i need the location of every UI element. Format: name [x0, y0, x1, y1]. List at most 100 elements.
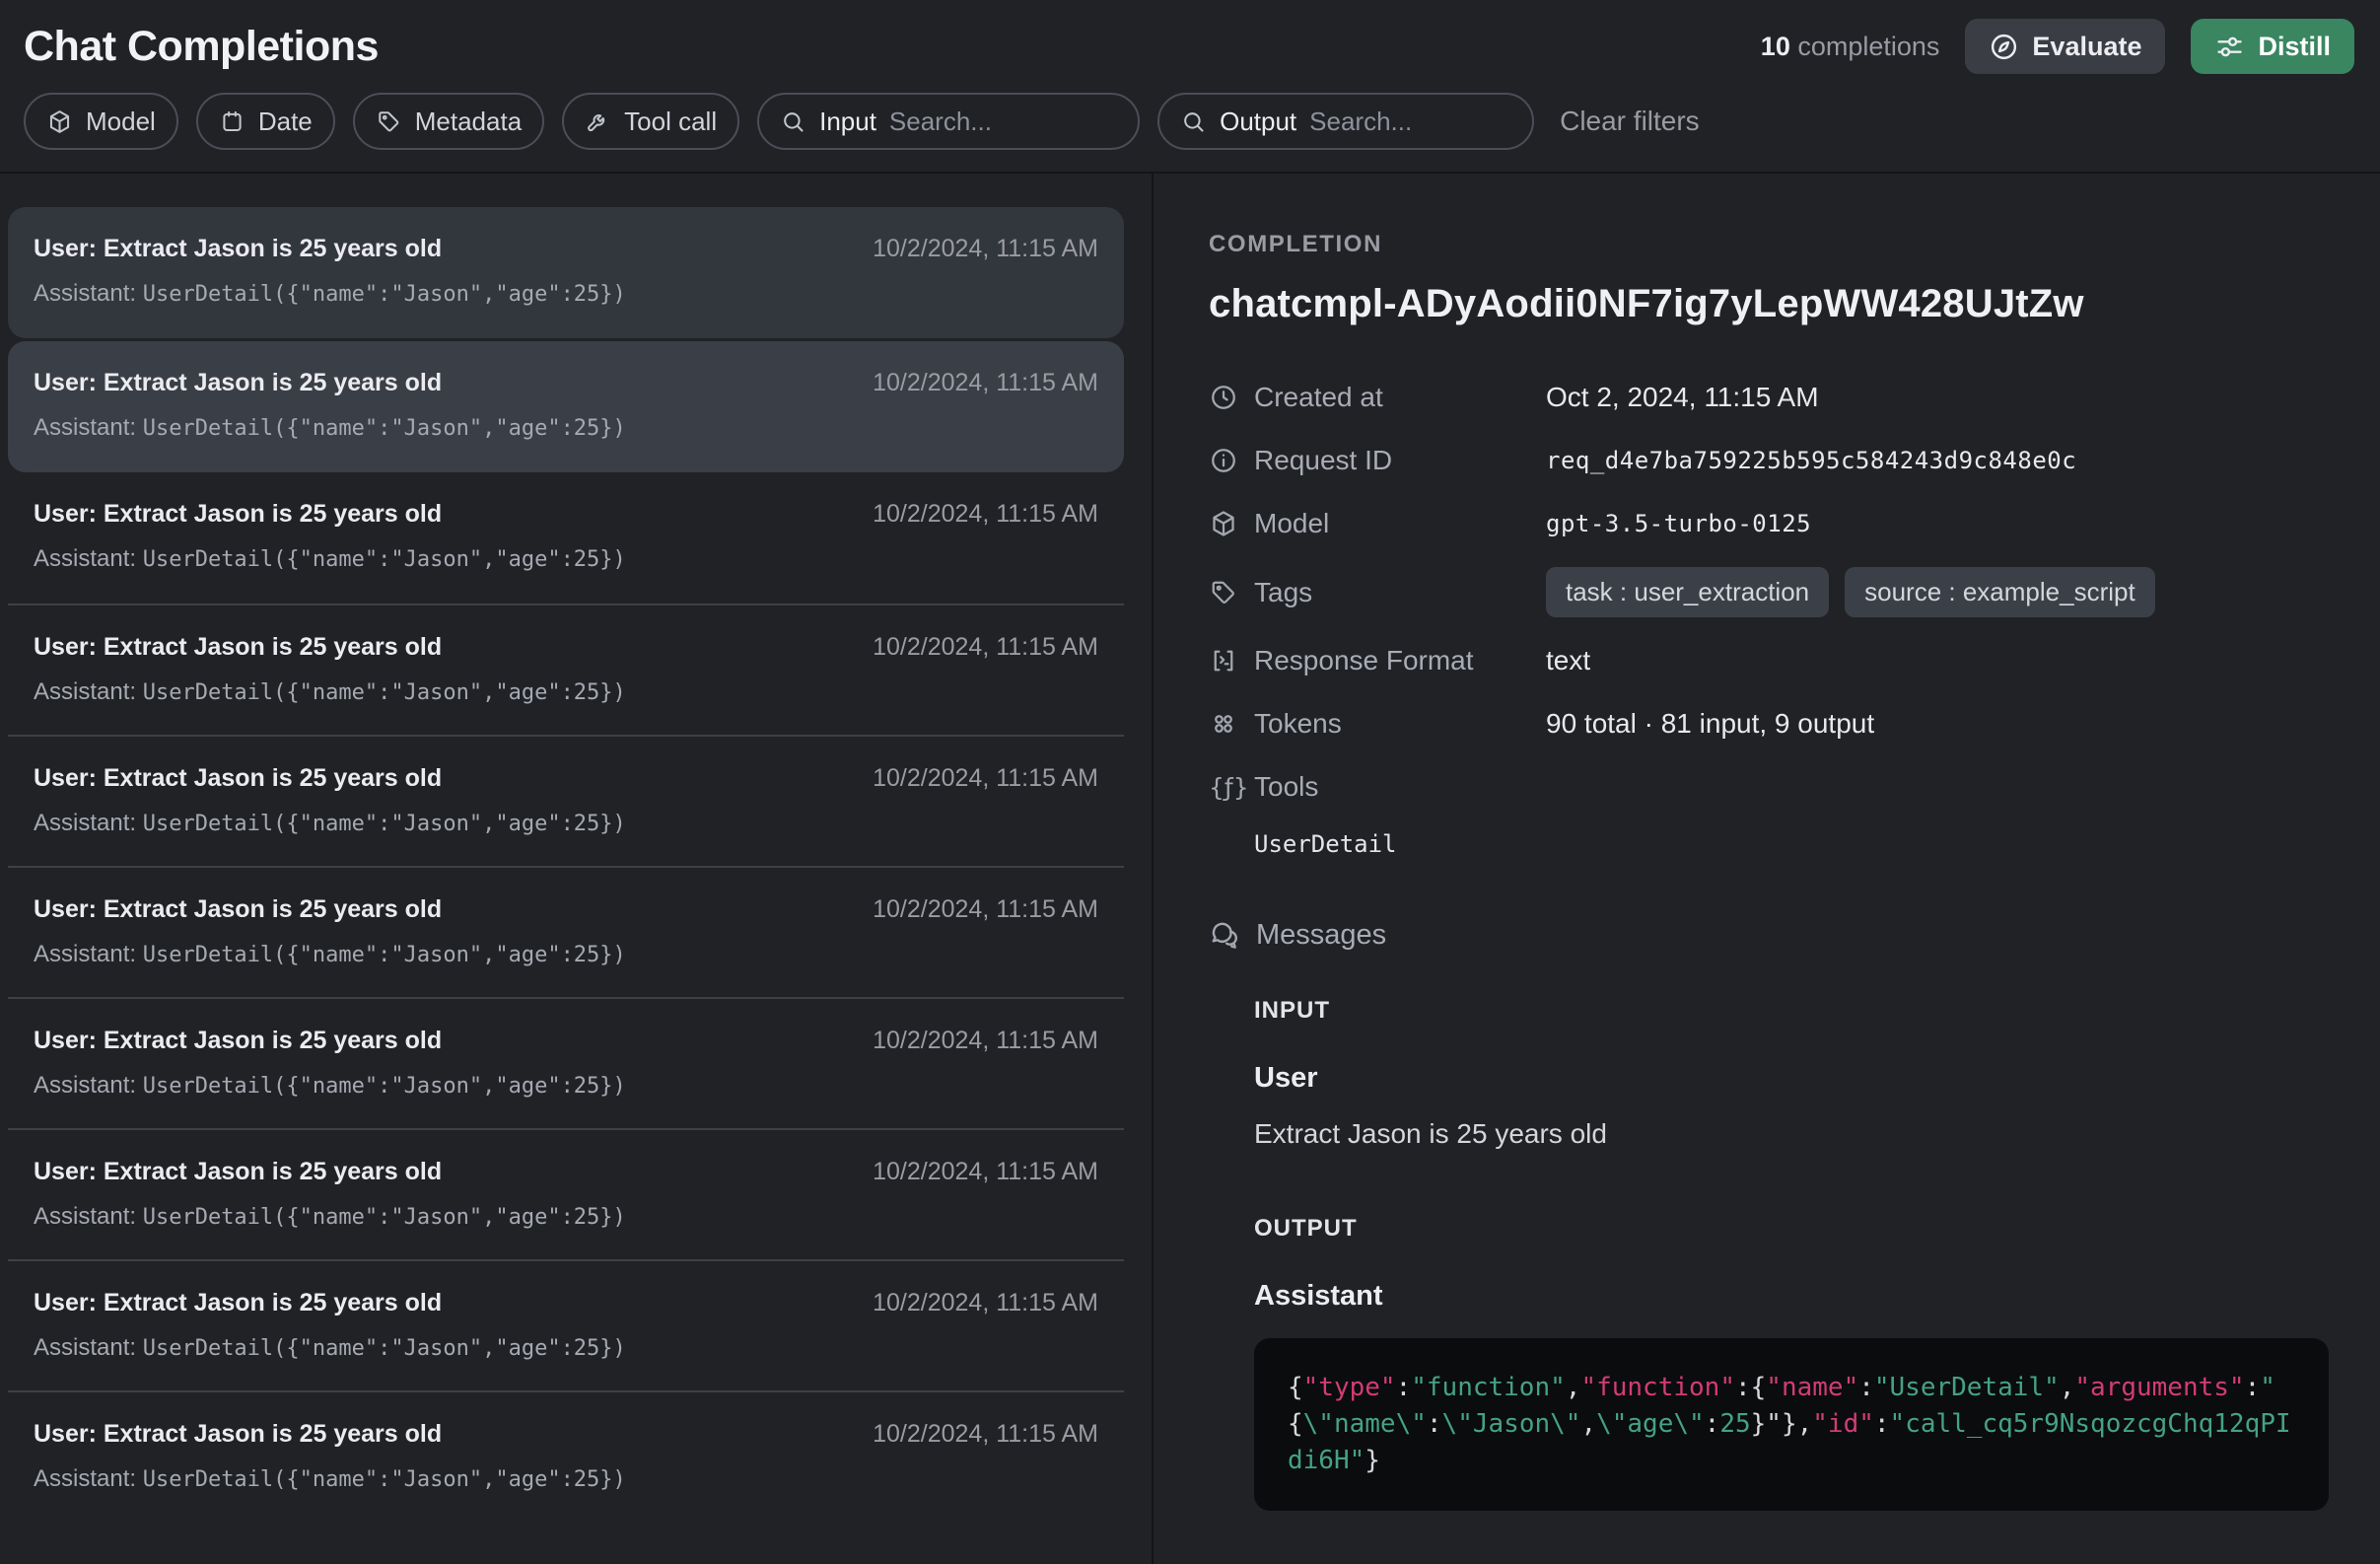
item-user-text: User: Extract Jason is 25 years old [34, 895, 442, 924]
completion-list-item[interactable]: User: Extract Jason is 25 years old 10/2… [8, 1128, 1124, 1259]
filter-pill-date[interactable]: Date [196, 93, 335, 150]
item-assistant-text: Assistant: UserDetail({"name":"Jason","a… [34, 1334, 1098, 1362]
output-role: Assistant [1254, 1280, 2337, 1313]
item-assistant-text: Assistant: UserDetail({"name":"Jason","a… [34, 1465, 1098, 1493]
item-user-text: User: Extract Jason is 25 years old [34, 1420, 442, 1449]
item-timestamp: 10/2/2024, 11:15 AM [873, 500, 1098, 529]
item-user-text: User: Extract Jason is 25 years old [34, 1289, 442, 1317]
item-assistant-text: Assistant: UserDetail({"name":"Jason","a… [34, 414, 1098, 442]
detail-row-label: Response Format [1254, 645, 1546, 676]
detail-row-value: 90 total · 81 input, 9 output [1546, 708, 1874, 740]
completion-list-item[interactable]: User: Extract Jason is 25 years old 10/2… [8, 604, 1124, 735]
top-actions: 10 completions Evaluate Distill [1761, 19, 2354, 74]
completions-list: User: Extract Jason is 25 years old 10/2… [0, 174, 1154, 1564]
wrench-icon [585, 108, 611, 135]
detail-row-value: Oct 2, 2024, 11:15 AM [1546, 382, 1819, 413]
item-assistant-text: Assistant: UserDetail({"name":"Jason","a… [34, 941, 1098, 968]
calendar-icon [219, 108, 245, 135]
distill-button[interactable]: Distill [2191, 19, 2354, 74]
tool-name: UserDetail [1254, 830, 2337, 858]
input-search-label: Input [819, 107, 876, 137]
output-search-label: Output [1220, 107, 1296, 137]
item-assistant-text: Assistant: UserDetail({"name":"Jason","a… [34, 678, 1098, 706]
completion-detail-pane: COMPLETION chatcmpl-ADyAodii0NF7ig7yLepW… [1154, 174, 2380, 1564]
completion-metadata: Created at Oct 2, 2024, 11:15 AM Request… [1209, 378, 2337, 807]
completion-section-label: COMPLETION [1209, 231, 2337, 258]
item-assistant-text: Assistant: UserDetail({"name":"Jason","a… [34, 1072, 1098, 1100]
item-user-text: User: Extract Jason is 25 years old [34, 633, 442, 662]
tools-icon: {ƒ} [1209, 773, 1254, 802]
item-timestamp: 10/2/2024, 11:15 AM [873, 895, 1098, 924]
messages-icon [1209, 920, 1240, 952]
evaluate-compass-icon [1989, 32, 2019, 62]
assistant-tool-call-code: {"type":"function","function":{"name":"U… [1254, 1338, 2329, 1511]
detail-row-label: Tokens [1254, 708, 1546, 740]
page-title: Chat Completions [24, 23, 379, 71]
item-user-text: User: Extract Jason is 25 years old [34, 500, 442, 529]
filter-pill-tool-call[interactable]: Tool call [562, 93, 739, 150]
item-user-text: User: Extract Jason is 25 years old [34, 235, 442, 263]
input-role: User [1254, 1062, 2337, 1095]
clear-filters-link[interactable]: Clear filters [1560, 106, 1700, 137]
item-assistant-text: Assistant: UserDetail({"name":"Jason","a… [34, 545, 1098, 573]
tag-icon [1209, 578, 1254, 607]
detail-row-value: req_d4e7ba759225b595c584243d9c848e0c [1546, 447, 2076, 474]
filter-pill-metadata[interactable]: Metadata [353, 93, 544, 150]
input-search[interactable]: Input [757, 93, 1140, 150]
sliders-icon [2214, 32, 2245, 62]
input-search-field[interactable] [889, 107, 1117, 137]
item-timestamp: 10/2/2024, 11:15 AM [873, 235, 1098, 263]
detail-row-label: Created at [1254, 382, 1546, 413]
tokens-icon [1209, 709, 1254, 739]
detail-row-label: Model [1254, 508, 1546, 539]
filter-pill-model[interactable]: Model [24, 93, 178, 150]
response-format-icon [1209, 646, 1254, 675]
messages-section: Messages INPUT User Extract Jason is 25 … [1209, 919, 2337, 1511]
detail-row: Request ID req_d4e7ba759225b595c584243d9… [1209, 441, 2337, 480]
messages-label: Messages [1256, 919, 1386, 952]
item-timestamp: 10/2/2024, 11:15 AM [873, 1420, 1098, 1449]
detail-row-label: Tools [1254, 771, 1546, 803]
output-search[interactable]: Output [1157, 93, 1534, 150]
completion-list-item[interactable]: User: Extract Jason is 25 years old 10/2… [8, 341, 1124, 472]
detail-row: {ƒ} Tools [1209, 767, 2337, 807]
search-icon [780, 108, 806, 135]
completion-list-item[interactable]: User: Extract Jason is 25 years old 10/2… [8, 735, 1124, 866]
completion-list-item[interactable]: User: Extract Jason is 25 years old 10/2… [8, 997, 1124, 1128]
detail-row: Tokens 90 total · 81 input, 9 output [1209, 704, 2337, 744]
info-icon [1209, 446, 1254, 475]
completion-list-item[interactable]: User: Extract Jason is 25 years old 10/2… [8, 1390, 1124, 1522]
evaluate-button[interactable]: Evaluate [1965, 19, 2165, 74]
item-user-text: User: Extract Jason is 25 years old [34, 1027, 442, 1055]
clock-icon [1209, 383, 1254, 412]
item-user-text: User: Extract Jason is 25 years old [34, 369, 442, 397]
output-search-field[interactable] [1309, 107, 1511, 137]
completion-list-item[interactable]: User: Extract Jason is 25 years old 10/2… [8, 1259, 1124, 1390]
item-timestamp: 10/2/2024, 11:15 AM [873, 1027, 1098, 1055]
completion-list-item[interactable]: User: Extract Jason is 25 years old 10/2… [8, 866, 1124, 997]
top-bar: Chat Completions 10 completions Evaluate… [0, 0, 2380, 174]
item-assistant-text: Assistant: UserDetail({"name":"Jason","a… [34, 280, 1098, 308]
detail-row: Response Format text [1209, 641, 2337, 680]
search-icon [1180, 108, 1207, 135]
detail-row-value: task : user_extractionsource : example_s… [1546, 567, 2155, 617]
item-timestamp: 10/2/2024, 11:15 AM [873, 633, 1098, 662]
tag-chip: task : user_extraction [1546, 567, 1829, 617]
input-section-label: INPUT [1254, 997, 2337, 1025]
item-assistant-text: Assistant: UserDetail({"name":"Jason","a… [34, 810, 1098, 837]
tag-icon [376, 108, 402, 135]
detail-row-label: Request ID [1254, 445, 1546, 476]
cube-icon [46, 108, 73, 135]
detail-row-value: text [1546, 645, 1590, 676]
detail-row: Model gpt-3.5-turbo-0125 [1209, 504, 2337, 543]
item-timestamp: 10/2/2024, 11:15 AM [873, 1158, 1098, 1186]
completion-list-item[interactable]: User: Extract Jason is 25 years old 10/2… [8, 472, 1124, 604]
item-assistant-text: Assistant: UserDetail({"name":"Jason","a… [34, 1203, 1098, 1231]
detail-row: Created at Oct 2, 2024, 11:15 AM [1209, 378, 2337, 417]
detail-row-value: gpt-3.5-turbo-0125 [1546, 510, 1811, 537]
completion-id: chatcmpl-ADyAodii0NF7ig7yLepWW428UJtZw [1209, 282, 2337, 326]
completion-list-item[interactable]: User: Extract Jason is 25 years old 10/2… [8, 207, 1124, 338]
detail-row-label: Tags [1254, 577, 1546, 608]
completions-count: 10 completions [1761, 32, 1940, 62]
item-timestamp: 10/2/2024, 11:15 AM [873, 1289, 1098, 1317]
